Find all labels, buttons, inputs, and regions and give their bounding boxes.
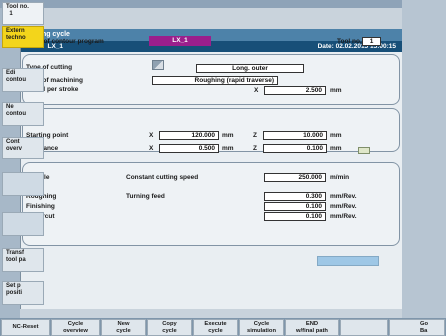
start-x-field[interactable]: 120.000 [159,131,219,140]
undercut-feed-field[interactable]: 0.100 [264,212,326,221]
type-of-machining-field[interactable]: Roughing (rapid traverse) [152,76,278,85]
finishing-feed-unit: mm/Rev. [330,203,357,210]
softkey-new-cycle[interactable]: New cycle [101,319,146,336]
softkey-new-contour[interactable]: Ne contou [2,102,44,126]
softkey-cycle-overview[interactable]: Cycle overview [51,319,100,336]
date-label: Date: [317,43,334,50]
softkey-copy-cycle[interactable]: Copy cycle [147,319,192,336]
softkey-contour-overview[interactable]: Cont overv [2,137,44,159]
start-z-axis: Z [253,132,257,139]
softkey-end[interactable]: END w/final path [285,319,339,336]
infeed-field[interactable]: 2.500 [264,86,326,95]
spindle-unit: m/min [330,174,350,181]
roughing-feed-unit: mm/Rev. [330,193,357,200]
allow-x-field[interactable]: 0.500 [159,144,219,153]
program-name-field[interactable]: LX_1 [149,36,211,46]
softkey-edit-contour[interactable]: Edi contou [2,68,44,92]
spindle-field[interactable]: 250.000 [264,173,326,182]
allow-x-axis: X [149,145,154,152]
softkey-set-position[interactable]: Set p positi [2,281,44,305]
message-area [317,256,379,266]
type-of-cutting-field[interactable]: Long. outer [196,64,304,73]
allow-z-axis: Z [253,145,257,152]
machining-value-text: Roughing (rapid traverse) [194,77,274,84]
softkey-transfer-tool[interactable]: Transf tool pa [2,248,44,272]
tool-no-label: Tool no. [337,38,362,45]
finishing-label: Finishing [26,203,55,210]
infeed-unit: mm [330,87,342,94]
spindle-mode-label: Constant cutting speed [126,174,199,181]
softkey-cycle-simulation[interactable]: Cycle simulation [239,319,284,336]
softkey-blank[interactable] [340,319,388,336]
softkey-empty-1[interactable] [2,172,44,196]
tool-no-field[interactable]: 1 [362,37,381,46]
softkey-external-technology[interactable]: Extern techno [2,26,44,48]
start-x-unit: mm [222,132,234,139]
turning-feed-label: Turning feed [126,193,165,200]
undercut-feed-unit: mm/Rev. [330,213,357,220]
right-softkey-panel [402,0,446,318]
allow-x-unit: mm [222,145,234,152]
softkey-empty-2[interactable] [2,212,44,236]
infeed-axis: X [254,87,259,94]
softkey-extra[interactable]: Go Ba [389,319,445,336]
softkey-nc-reset[interactable]: NC-Reset [1,319,50,336]
roughing-feed-field[interactable]: 0.300 [264,192,326,201]
allow-z-field[interactable]: 0.100 [263,144,327,153]
softkey-execute-cycle[interactable]: Execute cycle [193,319,238,336]
start-x-axis: X [149,132,154,139]
allow-z-unit: mm [330,145,342,152]
start-z-field[interactable]: 10.000 [263,131,327,140]
cutting-type-icon [152,60,164,70]
softkey-tool-no[interactable]: Tool no. 1 [2,2,44,25]
start-z-unit: mm [330,132,342,139]
finishing-feed-field[interactable]: 0.100 [264,202,326,211]
screen-top-strip [0,0,446,8]
allowance-help-icon [358,147,370,154]
